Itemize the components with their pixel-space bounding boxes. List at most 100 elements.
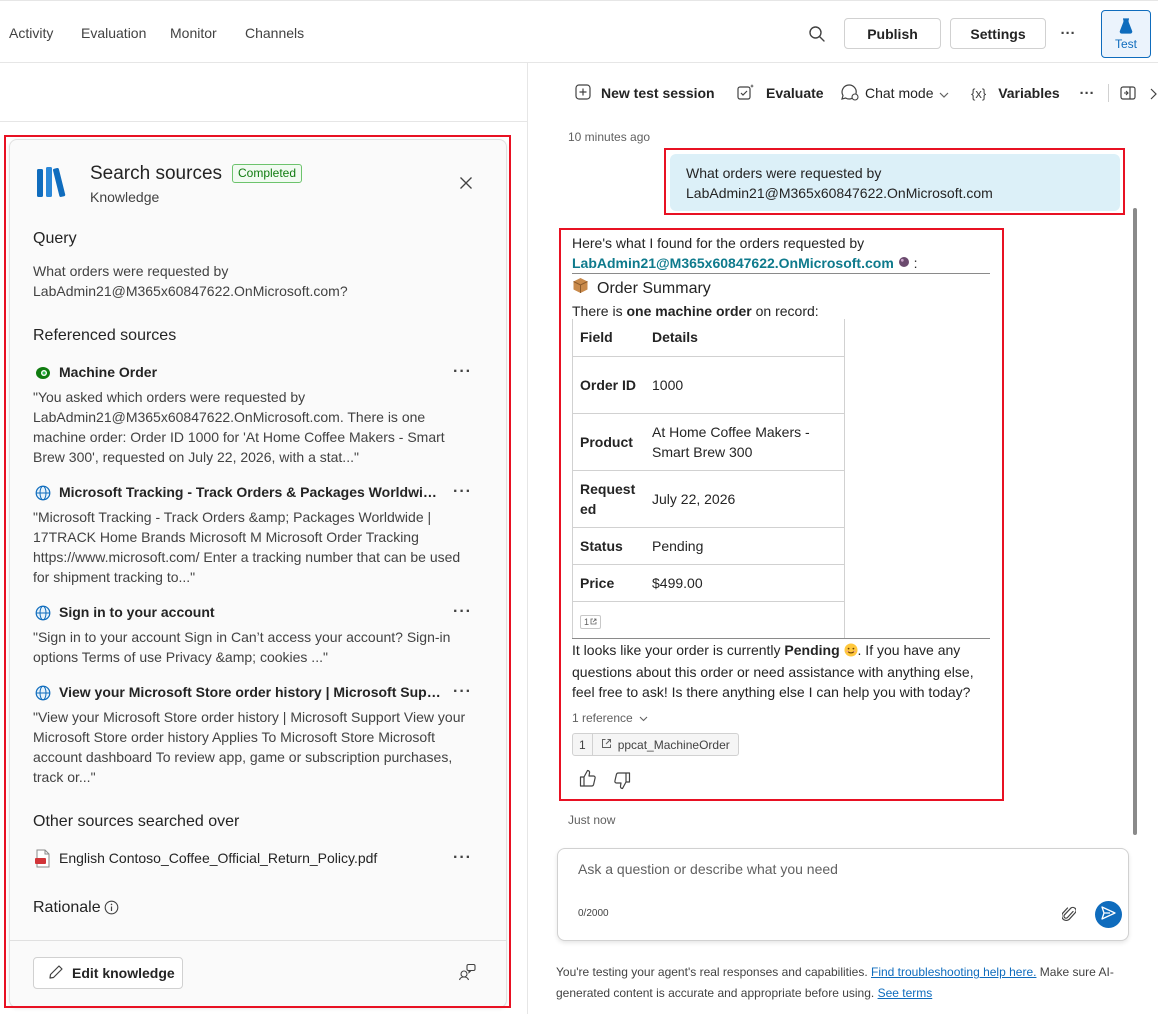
source-more-button[interactable]: ··· bbox=[453, 363, 472, 381]
reference-toggle[interactable]: 1 reference bbox=[572, 711, 648, 725]
query-heading: Query bbox=[33, 230, 77, 247]
source-more-button[interactable]: ··· bbox=[453, 483, 472, 501]
new-test-session-button[interactable]: New test session bbox=[575, 83, 715, 103]
composer-input[interactable]: Ask a question or describe what you need bbox=[578, 861, 838, 877]
flask-icon bbox=[1119, 17, 1133, 37]
send-button[interactable] bbox=[1095, 901, 1122, 928]
table-header-field: Field bbox=[572, 319, 644, 357]
table-cell-value: At Home Coffee Makers - Smart Brew 300 bbox=[644, 413, 845, 471]
globe-icon bbox=[35, 485, 51, 504]
nav-monitor[interactable]: Monitor bbox=[170, 25, 217, 41]
edit-knowledge-label: Edit knowledge bbox=[72, 965, 175, 981]
character-count: 0/2000 bbox=[578, 908, 609, 919]
publish-button[interactable]: Publish bbox=[844, 18, 941, 49]
table-cell-value: Pending bbox=[644, 527, 845, 565]
reference-toggle-label: 1 reference bbox=[572, 711, 633, 725]
table-header-row: Field Details bbox=[572, 319, 845, 357]
toolbar-separator bbox=[1108, 84, 1109, 102]
closing-pre: It looks like your order is currently bbox=[572, 642, 785, 658]
toolbar-more-button[interactable]: ··· bbox=[1077, 83, 1097, 103]
nav-activity[interactable]: Activity bbox=[9, 25, 53, 41]
variable-icon: {x} bbox=[971, 85, 987, 101]
evaluate-icon bbox=[737, 83, 756, 104]
more-options-button[interactable]: ··· bbox=[1058, 23, 1078, 43]
summary-bold: one machine order bbox=[626, 303, 752, 319]
globe-icon bbox=[35, 605, 51, 624]
closing-bold: Pending bbox=[784, 642, 840, 658]
knowledge-books-icon bbox=[36, 165, 72, 202]
summary-pre: There is bbox=[572, 303, 627, 319]
thumbs-up-icon[interactable] bbox=[579, 769, 597, 791]
source-more-button[interactable]: ··· bbox=[453, 683, 472, 701]
globe-icon bbox=[35, 685, 51, 704]
variables-label: Variables bbox=[998, 85, 1060, 101]
citation-number: 1 bbox=[584, 616, 590, 627]
nav-channels[interactable]: Channels bbox=[245, 25, 304, 41]
source-title-microsoft-tracking[interactable]: Microsoft Tracking - Track Orders & Pack… bbox=[59, 484, 442, 500]
timestamp-top: 10 minutes ago bbox=[568, 130, 651, 144]
source-excerpt: "Microsoft Tracking - Track Orders &amp;… bbox=[33, 509, 461, 585]
table-cell-field: Order ID bbox=[572, 356, 644, 414]
file-more-button[interactable]: ··· bbox=[453, 849, 472, 867]
source-title-sign-in[interactable]: Sign in to your account bbox=[59, 604, 439, 620]
table-row: Price $499.00 bbox=[572, 564, 845, 602]
chat-mode-label: Chat mode bbox=[865, 85, 934, 101]
table-cell-field: Requested bbox=[572, 470, 644, 528]
see-terms-link[interactable]: See terms bbox=[878, 986, 933, 1000]
table-cell-value: 1000 bbox=[644, 356, 845, 414]
send-icon bbox=[1101, 906, 1116, 923]
edit-knowledge-button[interactable]: Edit knowledge bbox=[33, 957, 183, 989]
chevron-right-icon[interactable] bbox=[1148, 86, 1158, 102]
panel-title: Search sources bbox=[90, 163, 223, 184]
table-cell-value: $499.00 bbox=[644, 564, 845, 602]
variables-button[interactable]: {x} Variables bbox=[971, 83, 1060, 103]
reference-chip[interactable]: 1 ppcat_MachineOrder bbox=[572, 733, 739, 756]
source-more-button[interactable]: ··· bbox=[453, 603, 472, 621]
smile-emoji-icon bbox=[844, 642, 858, 662]
source-title-store-order-history[interactable]: View your Microsoft Store order history … bbox=[59, 684, 444, 700]
order-summary-heading: Order Summary bbox=[597, 279, 711, 297]
settings-button[interactable]: Settings bbox=[950, 18, 1046, 49]
table-row: Product At Home Coffee Makers - Smart Br… bbox=[572, 413, 845, 471]
table-row: Order ID 1000 bbox=[572, 356, 845, 414]
source-excerpt: "View your Microsoft Store order history… bbox=[33, 709, 466, 785]
add-square-icon bbox=[575, 83, 591, 103]
close-icon[interactable] bbox=[459, 176, 473, 190]
troubleshooting-link[interactable]: Find troubleshooting help here. bbox=[871, 965, 1036, 979]
chevron-down-icon bbox=[939, 85, 949, 101]
dataverse-icon bbox=[35, 366, 51, 383]
left-header-divider bbox=[0, 121, 527, 122]
info-icon[interactable] bbox=[104, 900, 119, 918]
referenced-sources-heading: Referenced sources bbox=[33, 327, 177, 344]
search-icon[interactable] bbox=[806, 23, 828, 45]
table-border-right bbox=[844, 319, 845, 638]
nav-evaluation[interactable]: Evaluation bbox=[81, 25, 146, 41]
other-sources-heading: Other sources searched over bbox=[33, 813, 240, 830]
evaluate-button[interactable]: Evaluate bbox=[737, 83, 824, 103]
response-email-link[interactable]: LabAdmin21@M365x60847622.OnMicrosoft.com bbox=[572, 255, 894, 271]
other-source-file[interactable]: English Contoso_Coffee_Official_Return_P… bbox=[59, 850, 377, 866]
chat-mode-dropdown[interactable]: Chat mode bbox=[840, 83, 949, 103]
citation-chip[interactable]: 1 bbox=[580, 614, 602, 629]
pdf-file-icon bbox=[35, 849, 51, 871]
source-title-machine-order[interactable]: Machine Order bbox=[59, 364, 439, 380]
user-message-bubble: What orders were requested by LabAdmin21… bbox=[670, 154, 1120, 211]
table-citation-row: 1 bbox=[572, 601, 845, 639]
table-cell-field: Price bbox=[572, 564, 644, 602]
thumbs-down-icon[interactable] bbox=[613, 771, 631, 793]
table-border-left bbox=[572, 319, 573, 638]
disclaimer-text: You're testing your agent's real respons… bbox=[556, 962, 1136, 1004]
timestamp-bottom: Just now bbox=[568, 813, 616, 827]
order-table: Field Details Order ID 1000 Product At H… bbox=[572, 319, 845, 639]
response-divider-bottom bbox=[572, 638, 990, 639]
test-button[interactable]: Test bbox=[1101, 10, 1151, 58]
reference-number: 1 bbox=[573, 734, 593, 755]
panel-toggle-icon[interactable] bbox=[1119, 84, 1137, 102]
chat-scrollbar[interactable] bbox=[1133, 208, 1137, 835]
emoji-icon bbox=[898, 255, 914, 271]
feedback-icon[interactable] bbox=[458, 963, 476, 984]
panel-subtitle: Knowledge bbox=[90, 189, 160, 205]
table-row: Status Pending bbox=[572, 527, 845, 565]
attach-icon[interactable] bbox=[1061, 905, 1077, 926]
response-closing: It looks like your order is currently Pe… bbox=[572, 640, 992, 702]
